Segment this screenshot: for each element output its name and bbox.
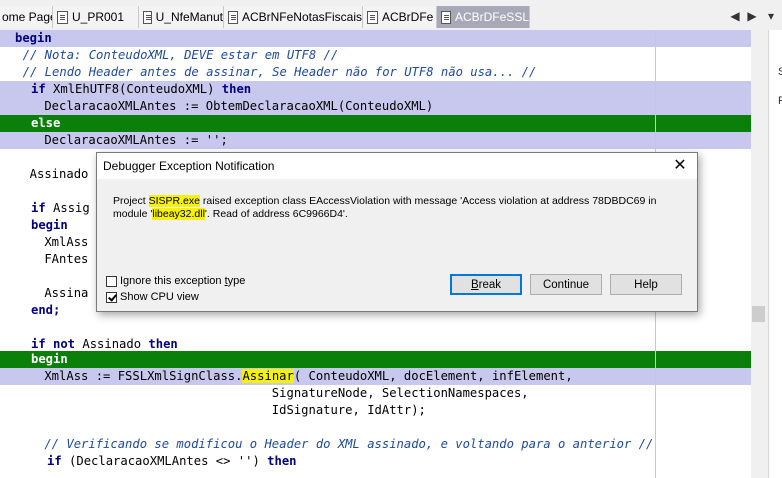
code-text: XmlAss := FSSLXmlSignClass. bbox=[15, 369, 243, 383]
side-panel-text: S bbox=[778, 66, 782, 78]
code-line: IdSignature, IdAttr); bbox=[0, 402, 751, 419]
unit-file-icon bbox=[228, 10, 238, 24]
tab-u-pr001[interactable]: U_PR001 bbox=[53, 6, 139, 28]
code-text: Assig bbox=[45, 201, 90, 215]
code-text: DeclaracaoXMLAntes := ObtemDeclaracaoXML… bbox=[15, 99, 434, 113]
tab-acbrdfessl[interactable]: ACBrDFeSSL bbox=[437, 6, 530, 28]
tab-label: ACBrDFe bbox=[382, 10, 434, 24]
keyword: end; bbox=[31, 303, 61, 317]
keyword: then bbox=[148, 337, 178, 351]
highlighted-method: Assinar bbox=[242, 369, 294, 383]
tab-list-dropdown-button[interactable]: ▾ bbox=[764, 8, 778, 24]
code-line-execution-point: else bbox=[0, 115, 751, 132]
code-line: SignatureNode, SelectionNamespaces, bbox=[0, 385, 751, 402]
highlighted-exe: SISPR.exe bbox=[148, 195, 200, 207]
code-line: begin bbox=[0, 30, 751, 47]
unit-file-icon bbox=[57, 10, 68, 24]
close-icon[interactable]: ✕ bbox=[669, 156, 691, 176]
chevron-right-icon: ▶ bbox=[747, 9, 757, 23]
tab-home-page[interactable]: ome Page bbox=[0, 6, 53, 28]
tab-acbrnfenotasfiscais[interactable]: ACBrNFeNotasFiscais bbox=[224, 6, 363, 28]
code-line: // Nota: ConteudoXML, DEVE estar em UTF8… bbox=[0, 47, 751, 64]
code-text: DeclaracaoXMLAntes := ''; bbox=[15, 133, 228, 147]
dialog-title: Debugger Exception Notification bbox=[103, 159, 275, 173]
keyword: then bbox=[221, 82, 252, 96]
editor-tab-bar: ome Page U_PR001 U_NfeManut ACBrNFeNotas… bbox=[0, 0, 782, 31]
checkbox-box[interactable] bbox=[106, 291, 117, 303]
tab-acbrdfe[interactable]: ACBrDFe bbox=[363, 6, 437, 28]
side-panel-text: F bbox=[778, 95, 782, 107]
code-text: XmlEhUTF8(ConteudoXML) bbox=[45, 82, 222, 96]
code-comment: // Verificando se modificou o Header do … bbox=[15, 437, 654, 451]
checkbox-label: Ignore this exception type bbox=[120, 275, 246, 287]
checkbox-box[interactable] bbox=[106, 275, 117, 287]
code-text: SignatureNode, SelectionNamespaces, bbox=[15, 386, 529, 400]
debugger-exception-dialog: Debugger Exception Notification ✕ Projec… bbox=[96, 152, 698, 312]
break-button[interactable]: Break bbox=[450, 274, 522, 295]
scrollbar-thumb[interactable] bbox=[752, 306, 765, 322]
keyword: begin bbox=[31, 218, 68, 232]
scroll-tabs-left-button[interactable]: ◀ bbox=[728, 8, 742, 24]
scroll-tabs-right-button[interactable]: ▶ bbox=[745, 8, 759, 24]
keyword: if bbox=[31, 201, 46, 215]
code-text: Assinado bbox=[15, 167, 89, 181]
checkbox-label: Show CPU view bbox=[120, 291, 199, 303]
dialog-title-bar: Debugger Exception Notification ✕ bbox=[97, 153, 697, 179]
unit-file-icon bbox=[441, 10, 451, 24]
tab-label: ome Page bbox=[2, 10, 53, 24]
show-cpu-view-checkbox[interactable]: Show CPU view bbox=[106, 291, 199, 303]
unit-file-icon bbox=[367, 10, 378, 24]
code-text: XmlAss bbox=[15, 235, 89, 249]
code-line: if (DeclaracaoXMLAntes <> '') then bbox=[0, 453, 751, 470]
code-text: Assina bbox=[15, 286, 89, 300]
highlighted-dll: libeay32.dll bbox=[152, 208, 205, 220]
code-line-current: XmlAss := FSSLXmlSignClass.Assinar( Cont… bbox=[0, 368, 751, 385]
keyword: else bbox=[31, 116, 61, 130]
tab-label: U_PR001 bbox=[72, 10, 125, 24]
code-line: DeclaracaoXMLAntes := ''; bbox=[0, 132, 751, 149]
vertical-scrollbar[interactable] bbox=[751, 30, 768, 478]
help-button[interactable]: Help bbox=[610, 274, 682, 295]
code-text: IdSignature, IdAttr); bbox=[15, 403, 426, 417]
keyword: if bbox=[31, 82, 46, 96]
code-line: // Lendo Header antes de assinar, Se Hea… bbox=[0, 64, 751, 81]
keyword: begin bbox=[15, 31, 52, 45]
continue-button[interactable]: Continue bbox=[530, 274, 602, 295]
message-text: Project bbox=[113, 195, 149, 207]
tab-label: ACBrNFeNotasFiscais bbox=[241, 10, 362, 24]
exception-message: Project SISPR.exe raised exception class… bbox=[113, 195, 673, 221]
tab-u-nfemanut[interactable]: U_NfeManut bbox=[139, 6, 224, 28]
code-text: ( ConteudoXML, docElement, infElement, bbox=[293, 369, 573, 383]
keyword: then bbox=[267, 454, 297, 468]
chevron-left-icon: ◀ bbox=[730, 9, 740, 23]
code-text: FAntes bbox=[15, 252, 89, 266]
tab-label: ACBrDFeSSL bbox=[454, 10, 529, 24]
code-line: DeclaracaoXMLAntes := ObtemDeclaracaoXML… bbox=[0, 98, 751, 115]
code-comment: // Nota: ConteudoXML, DEVE estar em UTF8… bbox=[8, 48, 339, 62]
code-text: Assinado bbox=[75, 337, 149, 351]
message-text: '. Read of address 6C9966D4'. bbox=[204, 208, 348, 220]
keyword: if bbox=[47, 454, 62, 468]
keyword: begin bbox=[31, 352, 68, 366]
code-text: (DeclaracaoXMLAntes <> '') bbox=[61, 454, 268, 468]
unit-file-icon bbox=[143, 10, 152, 24]
keyword: if not bbox=[31, 337, 76, 351]
tab-label: U_NfeManut bbox=[155, 10, 223, 24]
code-comment: // Lendo Header antes de assinar, Se Hea… bbox=[8, 65, 537, 79]
ignore-exception-checkbox[interactable]: Ignore this exception type bbox=[106, 275, 245, 287]
code-line: // Verificando se modificou o Header do … bbox=[0, 436, 751, 453]
code-line: if XmlEhUTF8(ConteudoXML) then bbox=[0, 81, 751, 98]
code-line-execution-point: begin bbox=[0, 351, 751, 368]
chevron-down-icon: ▾ bbox=[767, 9, 775, 23]
